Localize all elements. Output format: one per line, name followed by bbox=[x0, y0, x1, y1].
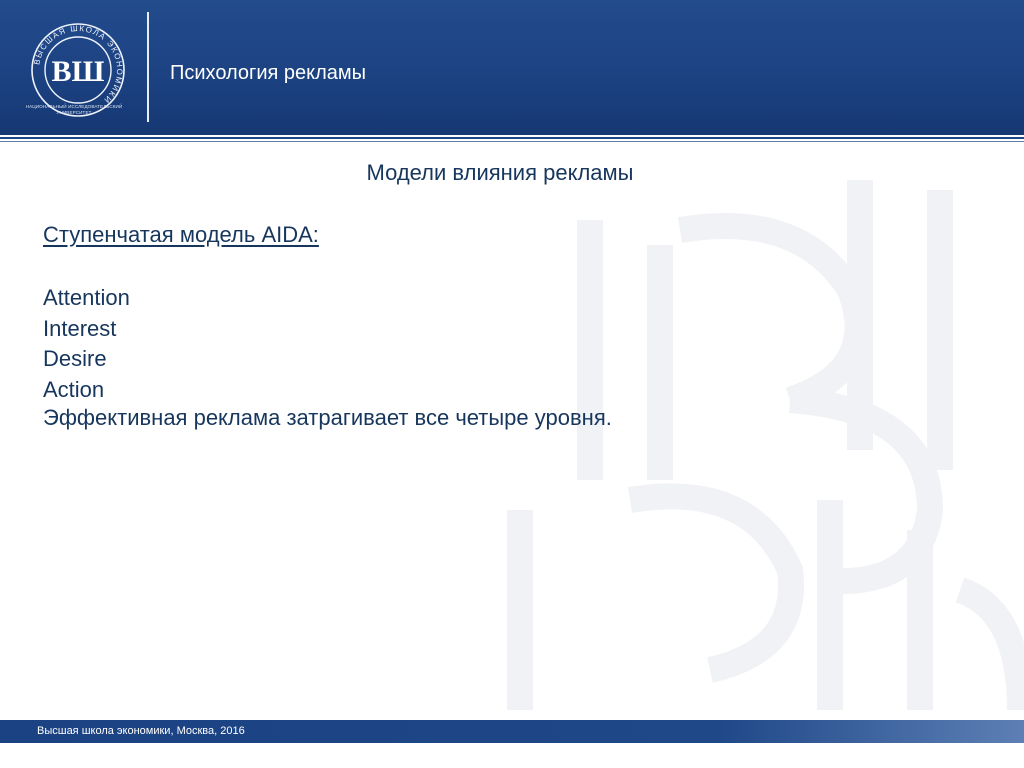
header-accent-line bbox=[0, 137, 1024, 139]
conclusion-text: Эффективная реклама затрагивает все четы… bbox=[43, 405, 612, 430]
stage-desire: Desire bbox=[43, 346, 107, 371]
slide-header bbox=[0, 0, 1024, 135]
header-accent-line-thin bbox=[0, 141, 1024, 142]
logo-caption: НАЦИОНАЛЬНЫЙ ИССЛЕДОВАТЕЛЬСКИЙ УНИВЕРСИТ… bbox=[8, 104, 140, 116]
aida-stages-list: Attention Interest Desire Action bbox=[43, 283, 130, 405]
slide-title: Модели влияния рекламы bbox=[366, 160, 634, 185]
footer-bottom-area bbox=[0, 743, 1024, 768]
stage-attention: Attention bbox=[43, 285, 130, 310]
model-heading: Ступенчатая модель AIDA: bbox=[43, 222, 319, 247]
logo-monogram: ВШ bbox=[52, 55, 105, 88]
hse-watermark-pattern bbox=[507, 180, 1024, 711]
header-title: Психология рекламы bbox=[170, 62, 367, 84]
stage-action: Action bbox=[43, 376, 105, 402]
footer-text: Высшая школа экономики, Москва, 2016 bbox=[37, 725, 245, 737]
logo-caption-line2: УНИВЕРСИТЕТ bbox=[56, 110, 92, 115]
stage-interest: Interest bbox=[43, 315, 117, 341]
header-divider bbox=[147, 12, 149, 122]
